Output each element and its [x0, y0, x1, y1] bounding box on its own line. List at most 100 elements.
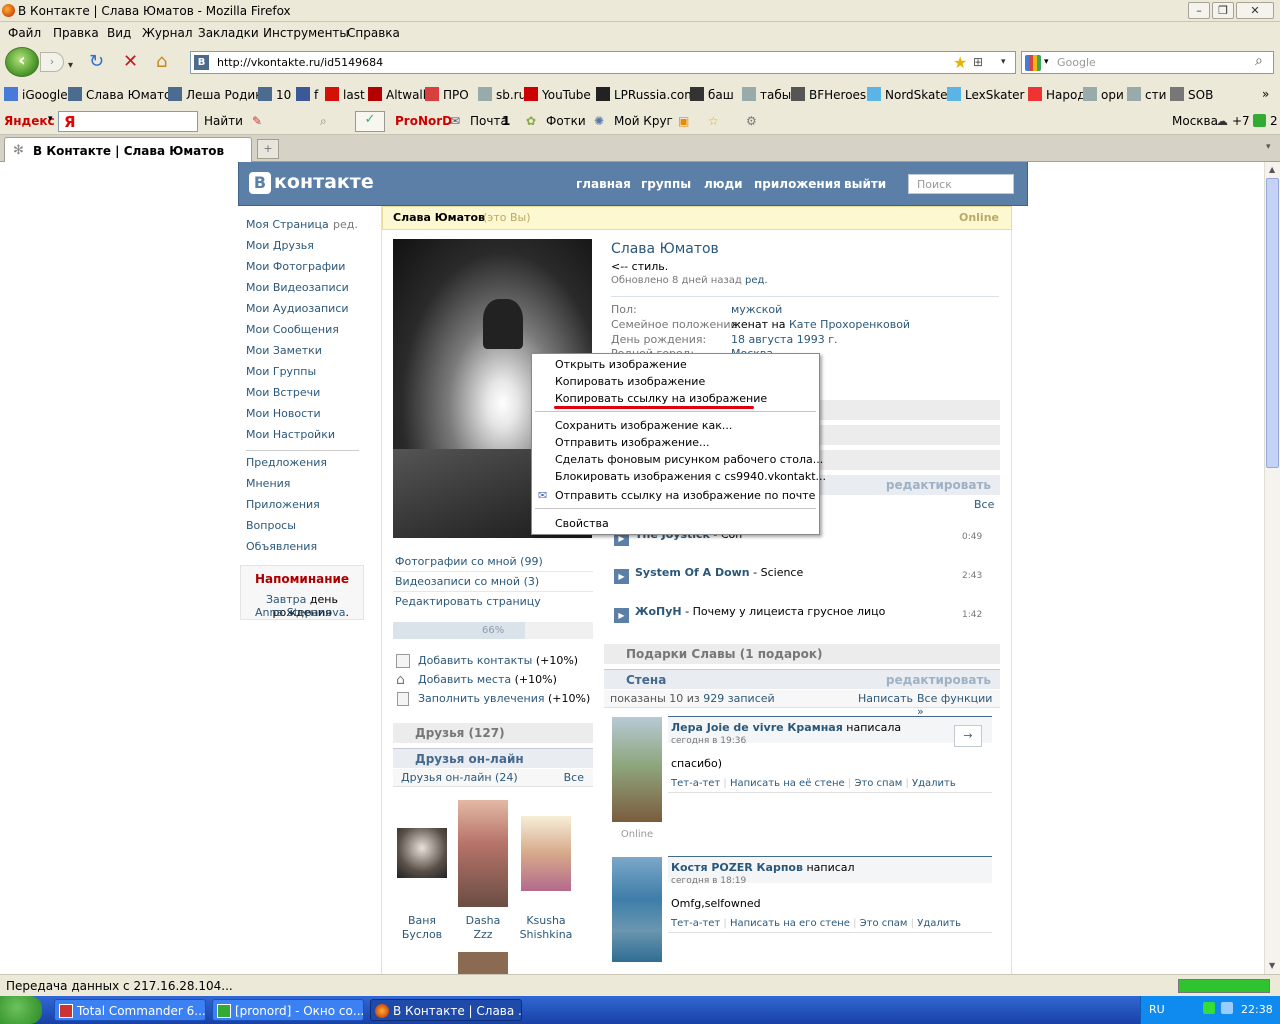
favorites-star-icon[interactable]: ☆ [708, 114, 719, 128]
audio-edit-link[interactable]: редактировать [886, 478, 991, 492]
friends-online-header[interactable]: Друзья он-лайн [393, 748, 593, 768]
friend-avatar[interactable] [458, 800, 508, 907]
moi-krug-link[interactable]: Мой Круг [614, 114, 673, 128]
bookmark-page-18[interactable]: сти [1127, 87, 1166, 102]
yandex-find-button[interactable]: Найти [204, 114, 243, 128]
friend-name[interactable]: Ksusha Shishkina [516, 914, 576, 942]
bookmark-youtube-9[interactable]: YouTube [524, 87, 591, 102]
ctx-copy-image[interactable]: Копировать изображение [555, 375, 705, 388]
ctx-send-image[interactable]: Отправить изображение... [555, 436, 710, 449]
translate-icon[interactable]: ⌕ [320, 114, 327, 129]
google-icon[interactable] [1025, 55, 1041, 71]
settings-gear-icon[interactable]: ⚙ [746, 114, 757, 128]
audio-track[interactable]: ▶ ЖоПуН - Почему у лицеиста грусное лицо [614, 605, 885, 623]
url-dropdown-icon[interactable]: ▾ [1001, 57, 1006, 67]
forward-button[interactable]: › [40, 52, 64, 72]
post-action-link[interactable]: Тет-а-тет [671, 918, 720, 929]
yandex-search-input[interactable]: Я [58, 111, 198, 132]
nav-groups[interactable]: группы [641, 177, 691, 191]
left-menu-item[interactable]: Предложения [246, 456, 327, 469]
post-action-link[interactable]: Написать на его стене [730, 918, 850, 929]
url-text[interactable]: http://vkontakte.ru/id5149684 [217, 56, 383, 69]
post-author[interactable]: Лера Joie de vivre Крамная написала [671, 721, 901, 734]
ctx-properties[interactable]: Свойства [555, 517, 609, 530]
friend-avatar[interactable] [397, 828, 447, 878]
bookmark-google-0[interactable]: iGoogle [4, 87, 68, 102]
bookmark-altwall-6[interactable]: Altwall [368, 87, 426, 102]
tab-vkontakte[interactable]: ✻ В Контакте | Слава Юматов [4, 137, 252, 162]
bookmark-vk-1[interactable]: Слава Юматов [68, 87, 178, 102]
search-input[interactable]: Google [1057, 56, 1096, 69]
left-menu-item[interactable]: Приложения [246, 498, 320, 511]
bookmark-vk-2[interactable]: Леша Родин [168, 87, 263, 102]
post-action-link[interactable]: Удалить [917, 918, 961, 929]
add-contacts[interactable]: Добавить контакты (+10%) [418, 654, 578, 667]
scroll-down-icon[interactable]: ▼ [1269, 961, 1275, 970]
bookmark-facebook-4[interactable]: f [296, 87, 318, 102]
left-menu-item[interactable]: Мои Заметки [246, 344, 322, 357]
ctx-set-background[interactable]: Сделать фоновым рисунком рабочего стола.… [555, 453, 823, 466]
minimize-button[interactable]: – [1188, 2, 1210, 19]
task-pronord[interactable]: [pronord] - Окно со... [212, 999, 364, 1021]
wall-edit-link[interactable]: редактировать [886, 673, 991, 687]
ctx-copy-image-link[interactable]: Копировать ссылку на изображение [555, 392, 767, 405]
bookmark-vk-3[interactable]: 10 [258, 87, 291, 102]
reply-arrow-icon[interactable]: → [954, 725, 982, 747]
language-indicator[interactable]: RU [1149, 1003, 1165, 1016]
post-action-link[interactable]: Удалить [912, 778, 956, 789]
bookmarks-overflow-icon[interactable]: » [1262, 87, 1269, 101]
post-action-link[interactable]: Тет-а-тет [671, 778, 720, 789]
bookmark-narod-16[interactable]: Народ [1028, 87, 1086, 102]
vk-logo[interactable]: Вконтакте [249, 171, 374, 194]
vk-search-input[interactable]: Поиск [908, 174, 1014, 194]
bookmark-pro-7[interactable]: ПРО [425, 87, 469, 102]
pencil-icon[interactable]: ✎ [252, 114, 262, 128]
left-menu-item[interactable]: Мои Группы [246, 365, 316, 378]
gifts-section-header[interactable]: Подарки Славы (1 подарок) [604, 644, 1000, 664]
audio-track[interactable]: ▶ System Of A Down - Science [614, 566, 803, 584]
pronord-link[interactable]: ProNorD [395, 114, 452, 128]
mail-icon[interactable]: ✉ [450, 114, 460, 128]
friends-online-count[interactable]: Друзья он-лайн (24) [401, 771, 518, 784]
post-action-link[interactable]: Это спам [854, 778, 902, 789]
ctx-email-link[interactable]: Отправить ссылку на изображение по почте [555, 489, 815, 502]
left-menu-item[interactable]: Мнения [246, 477, 290, 490]
weather-city[interactable]: Москва [1172, 114, 1218, 128]
bookmark-twitter-15[interactable]: LexSkater [947, 87, 1024, 102]
left-menu-item[interactable]: Вопросы [246, 519, 296, 532]
left-menu-item[interactable]: Моя Страница [246, 218, 329, 231]
menu-view[interactable]: Вид [107, 26, 131, 40]
menu-bookmarks[interactable]: Закладки [198, 26, 259, 40]
wall-write-link[interactable]: Написать [858, 692, 913, 705]
task-firefox[interactable]: В Контакте | Слава ... [370, 999, 522, 1021]
edit-page-link[interactable]: Редактировать страницу [395, 595, 541, 608]
bookmark-lastfm-5[interactable]: last [325, 87, 365, 102]
start-button[interactable] [0, 996, 42, 1024]
bookmark-page-8[interactable]: sb.ru [478, 87, 526, 102]
menu-history[interactable]: Журнал [142, 26, 193, 40]
left-menu-item[interactable]: Мои Встречи [246, 386, 320, 399]
post-action-link[interactable]: Это спам [860, 918, 908, 929]
bookmark-bash-11[interactable]: баш [690, 87, 734, 102]
circle-icon[interactable]: ✺ [594, 114, 604, 128]
nav-main[interactable]: главная [576, 177, 631, 191]
field-value-sex[interactable]: мужской [731, 303, 782, 316]
ctx-block-images[interactable]: Блокировать изображения с cs9940.vkontak… [555, 470, 826, 483]
home-icon[interactable]: ⌂ [156, 53, 167, 71]
scroll-up-icon[interactable]: ▲ [1269, 165, 1275, 174]
spouse-link[interactable]: Кате Прохоренковой [789, 318, 910, 331]
edit-my-page-link[interactable]: ред. [333, 218, 358, 231]
bookmark-sob-19[interactable]: SOB [1170, 87, 1213, 102]
rss-icon[interactable]: ⊞ [973, 55, 983, 69]
friend-name[interactable]: Dasha Zzz [458, 914, 508, 942]
bag-icon[interactable]: ▣ [678, 114, 689, 128]
nav-logout[interactable]: выйти [844, 177, 886, 191]
add-places[interactable]: Добавить места (+10%) [418, 673, 557, 686]
menu-edit[interactable]: Правка [53, 26, 99, 40]
tab-list-icon[interactable]: ▾ [1266, 142, 1271, 152]
vertical-scrollbar[interactable]: ▲ ▼ [1264, 162, 1280, 974]
videos-with-me-link[interactable]: Видеозаписи со мной (3) [395, 575, 539, 588]
bookmark-lp-10[interactable]: LPRussia.com [596, 87, 696, 102]
left-menu-item[interactable]: Мои Аудиозаписи [246, 302, 349, 315]
friends-section-header[interactable]: Друзья (127) [393, 723, 593, 743]
